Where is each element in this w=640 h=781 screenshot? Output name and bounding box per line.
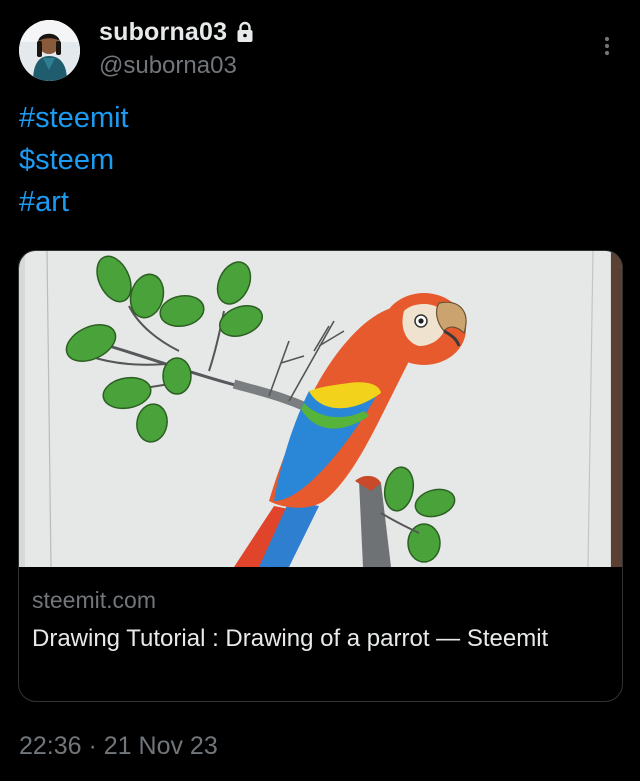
hashtag-art[interactable]: #art [19,181,129,223]
more-vertical-icon[interactable] [597,34,617,60]
post-timestamp[interactable]: 22:36 · 21 Nov 23 [19,732,218,761]
link-card-image[interactable] [19,251,622,567]
link-card[interactable]: steemit.com Drawing Tutorial : Drawing o… [18,250,623,702]
link-card-title[interactable]: Drawing Tutorial : Drawing of a parrot —… [32,621,592,657]
cashtag-steem[interactable]: $steem [19,139,129,181]
author-name-row[interactable]: suborna03 [99,16,254,48]
link-card-domain: steemit.com [32,587,156,613]
avatar-image [19,20,80,81]
post-body: #steemit $steem #art [19,97,129,223]
avatar[interactable] [19,20,80,81]
hashtag-steemit[interactable]: #steemit [19,97,129,139]
author-handle[interactable]: @suborna03 [99,52,237,80]
lock-icon [236,21,254,43]
author-display-name[interactable]: suborna03 [99,18,227,47]
